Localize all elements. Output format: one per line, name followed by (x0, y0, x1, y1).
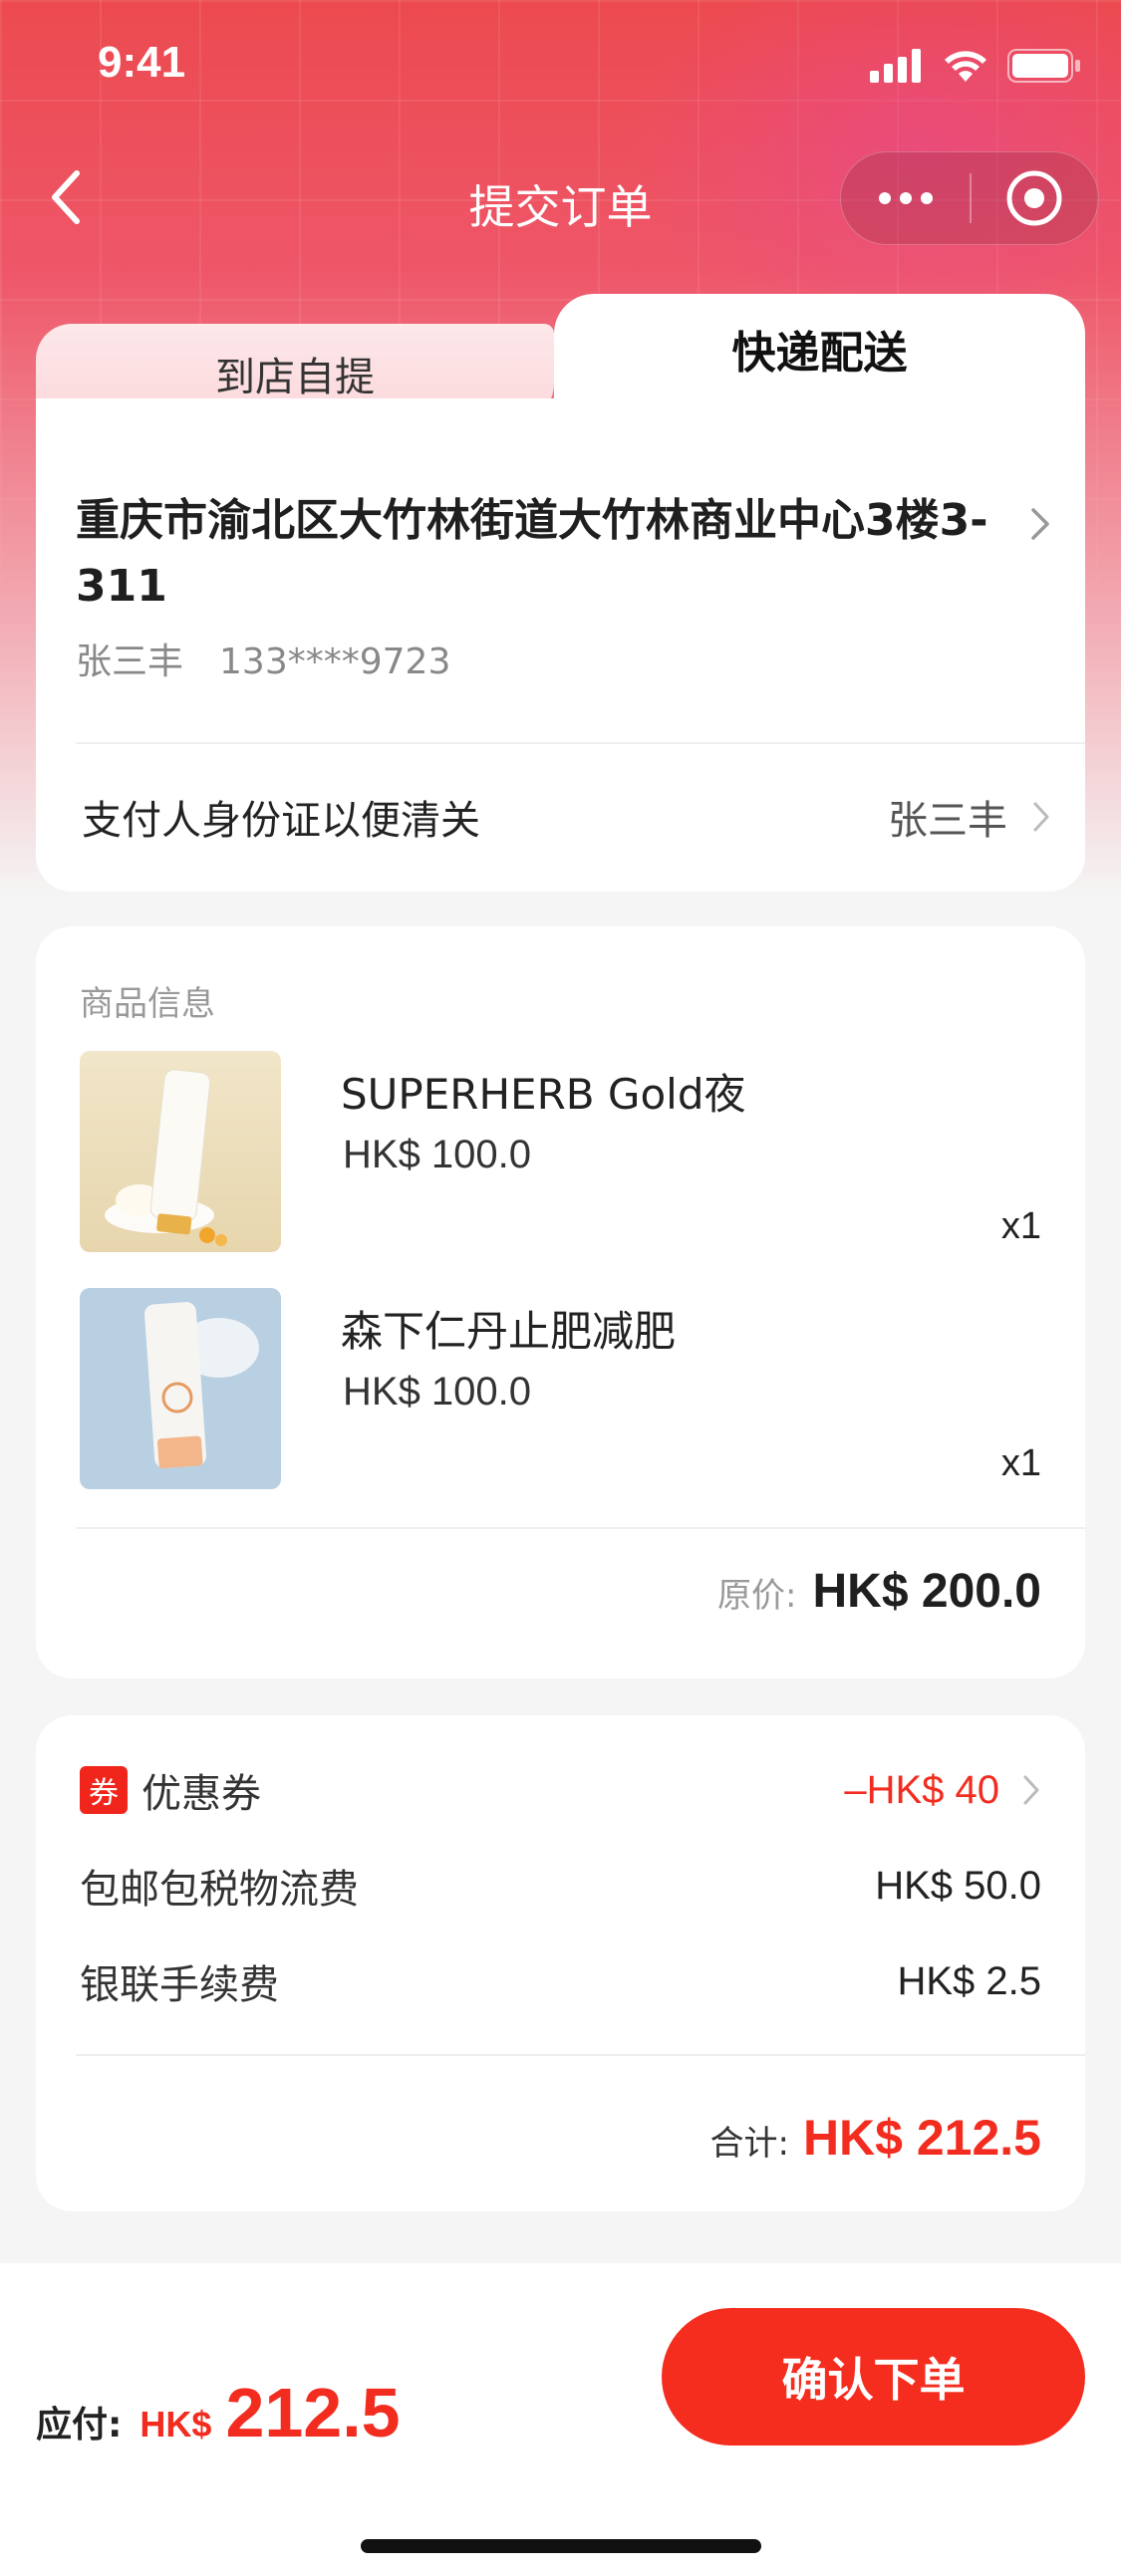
status-icons (870, 48, 1081, 84)
unionpay-fee-row: 银联手续费 HK$ 2.5 (80, 1946, 1041, 2016)
tab-express-delivery[interactable]: 快递配送 (524, 294, 1085, 423)
coupon-label: 优惠券 (141, 1771, 261, 1817)
address-card: 重庆市渝北区大竹林街道大竹林商业中心3楼3-311 张三丰 133****9723… (36, 398, 1085, 892)
payer-id-label: 支付人身份证以便清关 (82, 798, 480, 844)
nav-bar: 提交订单 (0, 149, 1121, 245)
product-quantity: x1 (1000, 1205, 1041, 1247)
original-price-label: 原价: (717, 1576, 797, 1616)
product-quantity: x1 (1000, 1442, 1041, 1484)
total-label: 合计: (709, 2124, 789, 2164)
amount-due-currency: HK$ (140, 2404, 212, 2445)
close-mini-program-button[interactable] (972, 152, 1098, 244)
total-row: 合计: HK$ 212.5 (709, 2109, 1041, 2167)
chevron-right-icon (1023, 1775, 1039, 1805)
list-item[interactable]: SUPERHERB Gold夜 HK$ 100.0 x1 (80, 1051, 1041, 1252)
battery-icon (1007, 49, 1080, 83)
shipping-fee-row: 包邮包税物流费 HK$ 50.0 (80, 1851, 1041, 1921)
payer-id-row[interactable]: 支付人身份证以便清关 张三丰 (82, 782, 1051, 852)
divider (76, 2054, 1085, 2056)
product-price: HK$ 100.0 (343, 1370, 532, 1414)
original-price-row: 原价: HK$ 200.0 (717, 1564, 1041, 1619)
address-chevron-icon[interactable] (1029, 506, 1051, 546)
checkout-bar: 应付: HK$ 212.5 确认下单 (0, 2263, 1121, 2576)
product-price: HK$ 100.0 (343, 1133, 532, 1176)
goods-section-title: 商品信息 (80, 984, 215, 1024)
goods-card: 商品信息 SUPERHERB Gold夜 HK$ 100.0 x1 森下仁丹止肥… (36, 926, 1085, 1678)
product-image (80, 1051, 281, 1252)
product-image (80, 1288, 281, 1489)
status-time: 9:41 (98, 38, 186, 87)
amount-due-value: 212.5 (225, 2374, 401, 2451)
confirm-order-button[interactable]: 确认下单 (662, 2308, 1085, 2446)
coupon-row[interactable]: 券 优惠券 –HK$ 40 (80, 1755, 1041, 1825)
total-value: HK$ 212.5 (802, 2110, 1041, 2166)
shipping-fee-value: HK$ 50.0 (875, 1863, 1041, 1908)
mini-program-capsule (840, 151, 1099, 245)
more-button[interactable] (841, 152, 970, 244)
unionpay-fee-value: HK$ 2.5 (897, 1958, 1041, 2003)
list-item[interactable]: 森下仁丹止肥减肥 HK$ 100.0 x1 (80, 1288, 1041, 1489)
amount-due-label: 应付: (36, 2405, 123, 2446)
shipping-fee-label: 包邮包税物流费 (80, 1867, 359, 1913)
unionpay-fee-label: 银联手续费 (80, 1962, 279, 2008)
product-name: SUPERHERB Gold夜 (341, 1070, 746, 1119)
coupon-value: –HK$ 40 (844, 1767, 999, 1812)
coupon-icon: 券 (80, 1766, 128, 1814)
amount-due: 应付: HK$ 212.5 (36, 2373, 401, 2452)
target-icon (1006, 170, 1062, 226)
home-indicator (361, 2539, 761, 2553)
wifi-icon (945, 51, 986, 82)
chevron-right-icon (1033, 802, 1049, 832)
payer-id-value: 张三丰 (888, 788, 1051, 846)
status-bar: 9:41 (0, 0, 1121, 134)
cellular-signal-icon (870, 49, 921, 83)
fees-card: 券 优惠券 –HK$ 40 包邮包税物流费 HK$ 50.0 银联手续费 HK$… (36, 1715, 1085, 2211)
product-name: 森下仁丹止肥减肥 (341, 1307, 677, 1356)
divider (76, 1527, 1085, 1529)
original-price-value: HK$ 200.0 (812, 1565, 1041, 1618)
more-dots-icon (878, 192, 891, 204)
contact-name: 张三丰 (76, 642, 184, 682)
delivery-address[interactable]: 重庆市渝北区大竹林街道大竹林商业中心3楼3-311 (76, 488, 1012, 620)
divider (76, 742, 1085, 744)
payer-name: 张三丰 (888, 798, 1007, 844)
contact-phone: 133****9723 (219, 642, 451, 682)
address-contact: 张三丰 133****9723 (76, 633, 450, 684)
